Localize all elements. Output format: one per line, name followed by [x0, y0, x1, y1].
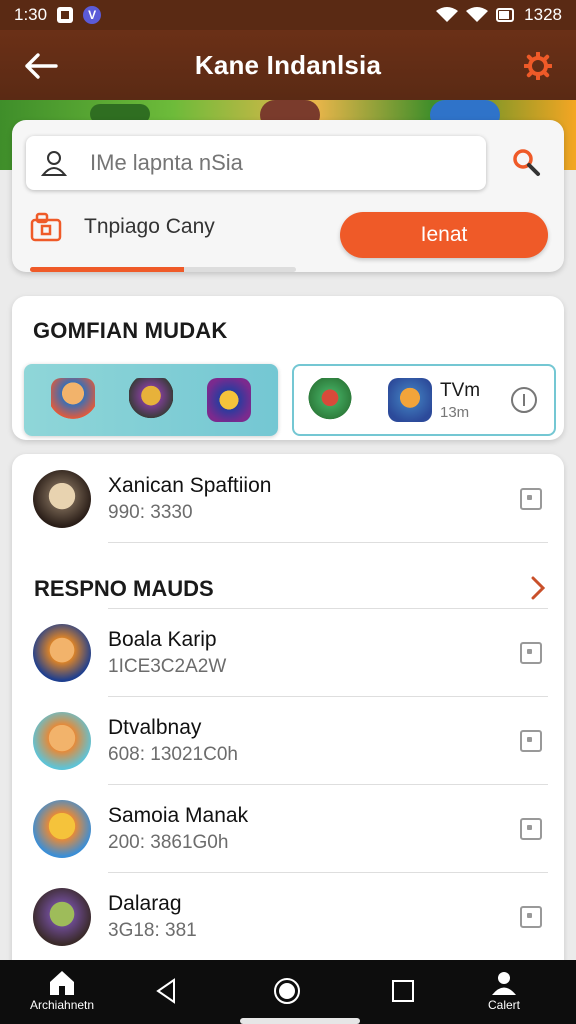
search-icon[interactable]	[510, 146, 542, 178]
featured-title: GOMFIAN MUDAK	[33, 318, 228, 343]
nav-profile-label: Calert	[488, 998, 521, 1012]
battery-icon	[496, 8, 515, 22]
item-name: Dtvalbnay	[108, 716, 202, 739]
back-arrow-icon	[25, 53, 58, 79]
gear-icon	[524, 52, 552, 80]
avatar	[33, 888, 91, 946]
search-input[interactable]	[90, 150, 450, 176]
system-home-button[interactable]	[272, 976, 302, 1006]
list-item[interactable]: Samoia Manak 200: 3861G0h	[12, 784, 564, 872]
gesture-bar	[240, 1018, 360, 1024]
section-title: RESPNO MAUDS	[34, 576, 214, 601]
home-icon	[50, 971, 75, 995]
item-name: Boala Karip	[108, 628, 217, 651]
app-notification-icon: V	[83, 6, 102, 24]
category-selector[interactable]: Tnpiago Cany	[30, 212, 215, 242]
back-button[interactable]	[24, 48, 64, 84]
item-meta: 608: 13021C0h	[108, 744, 238, 765]
avatar	[33, 470, 91, 528]
section-header[interactable]: RESPNO MAUDS	[34, 566, 554, 610]
app-bar: Kane Indanlsia	[0, 30, 576, 100]
divider	[108, 542, 548, 543]
nav-home-label: Archiahnetn	[30, 998, 95, 1012]
game-character-icon	[129, 378, 173, 422]
list-item[interactable]: Dtvalbnay 608: 13021C0h	[12, 696, 564, 784]
notification-icon	[57, 7, 74, 23]
status-clock-right: 1328	[524, 5, 562, 24]
featured-section: GOMFIAN MUDAK TVm 13m	[12, 296, 564, 440]
game-character-icon	[308, 378, 352, 422]
avatar	[33, 624, 91, 682]
featured-tile-b[interactable]: TVm 13m	[292, 364, 556, 436]
list-item[interactable]: Dalarag 3G18: 381	[12, 872, 564, 960]
info-icon[interactable]	[510, 386, 538, 414]
tile-title: TVm	[440, 379, 481, 401]
search-card: Tnpiago Cany Ienat	[12, 120, 564, 272]
avatar	[33, 800, 91, 858]
settings-button[interactable]	[522, 50, 554, 82]
signal-icon	[466, 7, 489, 22]
item-name: Dalarag	[108, 892, 182, 915]
primary-action-button[interactable]: Ienat	[340, 212, 548, 258]
item-meta: 990: 3330	[108, 502, 193, 523]
wifi-icon	[436, 7, 459, 22]
game-list: Xanican Spaftiion 990: 3330 RESPNO MAUDS…	[12, 454, 564, 974]
chevron-right-icon	[531, 576, 546, 600]
nav-profile[interactable]: Calert	[488, 968, 520, 1012]
recents-square-icon	[392, 980, 414, 1002]
bottom-navigation: Archiahnetn Calert	[0, 960, 576, 1024]
item-action-icon[interactable]	[520, 642, 542, 664]
status-time: 1:30	[14, 5, 48, 24]
item-meta: 3G18: 381	[108, 920, 197, 941]
category-icon	[30, 212, 62, 242]
game-character-icon	[51, 378, 95, 422]
item-action-icon[interactable]	[520, 488, 542, 510]
list-item[interactable]: Xanican Spaftiion 990: 3330	[12, 454, 564, 542]
home-circle-icon	[274, 978, 300, 1004]
avatar	[33, 712, 91, 770]
item-action-icon[interactable]	[520, 906, 542, 928]
search-field[interactable]	[26, 136, 486, 190]
progress-bar	[30, 267, 296, 272]
nav-home[interactable]: Archiahnetn	[30, 968, 94, 1012]
back-triangle-icon	[156, 978, 175, 1004]
system-recents-button[interactable]	[388, 976, 418, 1006]
list-item[interactable]: Boala Karip 1ICE3C2A2W	[12, 608, 564, 696]
item-action-icon[interactable]	[520, 730, 542, 752]
page-title: Kane Indanlsia	[194, 49, 382, 80]
item-meta: 200: 3861G0h	[108, 832, 229, 853]
category-label: Tnpiago Cany	[84, 215, 215, 238]
game-character-icon	[388, 378, 432, 422]
item-meta: 1ICE3C2A2W	[108, 656, 227, 677]
system-back-button[interactable]	[152, 976, 182, 1006]
status-bar: 1:30 V 1328	[0, 0, 576, 30]
item-action-icon[interactable]	[520, 818, 542, 840]
profile-icon	[492, 972, 516, 995]
tile-subtitle: 13m	[440, 403, 470, 421]
user-icon	[40, 151, 68, 176]
featured-tile-a[interactable]	[24, 364, 278, 436]
item-name: Samoia Manak	[108, 804, 249, 827]
item-name: Xanican Spaftiion	[108, 474, 272, 497]
game-character-icon	[207, 378, 251, 422]
